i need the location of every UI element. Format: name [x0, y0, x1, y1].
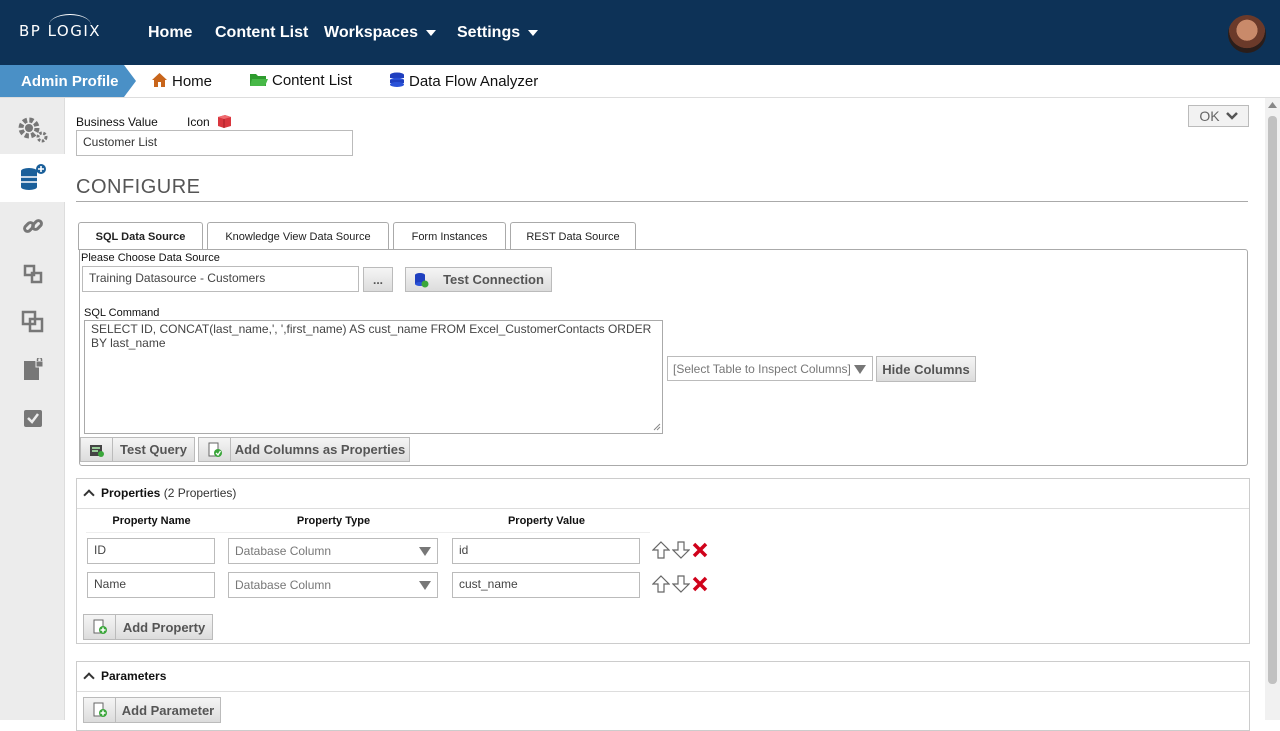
row-actions — [652, 541, 708, 559]
copy-icon — [21, 310, 43, 333]
property-value-input[interactable]: cust_name — [452, 572, 640, 598]
property-value-header: Property Value — [507, 515, 586, 527]
chevron-down-icon — [425, 29, 436, 36]
icon-label: Icon — [187, 115, 210, 129]
property-name-input[interactable]: ID — [87, 538, 215, 564]
chevron-down-icon — [419, 581, 431, 590]
folder-icon — [250, 74, 268, 86]
breadcrumb-home[interactable]: Home — [151, 72, 212, 90]
property-name-header: Property Name — [112, 515, 191, 527]
add-columns-icon — [199, 438, 231, 461]
document-lock-icon — [23, 358, 43, 380]
business-value-label: Business Value — [76, 115, 158, 129]
sidebar-item-links[interactable] — [0, 202, 65, 250]
parameters-header[interactable]: Parameters — [77, 662, 1249, 692]
page-scrollbar[interactable] — [1265, 98, 1280, 720]
sidebar-item-settings[interactable] — [0, 106, 65, 154]
cube-icon[interactable] — [216, 113, 232, 129]
tab-knowledge-view-data-source[interactable]: Knowledge View Data Source — [207, 222, 389, 249]
sql-command-textarea[interactable]: SELECT ID, CONCAT(last_name,', ',first_n… — [84, 320, 663, 434]
breadcrumb-data-flow-analyzer[interactable]: Data Flow Analyzer — [389, 72, 538, 90]
main-content: OK Business Value Icon Customer List CON… — [65, 98, 1265, 731]
property-type-select[interactable]: Database Column — [228, 572, 438, 598]
property-type-header: Property Type — [296, 515, 371, 527]
query-icon — [81, 438, 113, 461]
add-columns-as-properties-button[interactable]: Add Columns as Properties — [198, 437, 410, 462]
delete-icon[interactable] — [692, 576, 708, 592]
home-icon — [152, 73, 167, 87]
sql-data-source-panel: Please Choose Data Source Training Datas… — [79, 249, 1248, 466]
browse-datasource-button[interactable]: ... — [363, 267, 393, 292]
delete-icon[interactable] — [692, 542, 708, 558]
property-name-input[interactable]: Name — [87, 572, 215, 598]
sidebar-item-relations[interactable] — [0, 250, 65, 298]
ok-button[interactable]: OK — [1188, 105, 1249, 127]
chevron-down-icon — [854, 365, 866, 374]
checklist-icon — [23, 410, 42, 427]
sidebar — [0, 98, 65, 720]
resize-handle-icon[interactable] — [653, 423, 661, 431]
bp-logix-logo[interactable]: BP LOGIX — [19, 14, 101, 40]
top-navigation-bar: BP LOGIX Home Content List Workspaces Se… — [0, 0, 1280, 65]
relation-icon — [23, 264, 42, 284]
divider — [76, 201, 1248, 202]
row-actions — [652, 575, 708, 593]
database-add-icon — [20, 164, 46, 190]
nav-settings[interactable]: Settings — [457, 24, 539, 42]
tab-sql-data-source[interactable]: SQL Data Source — [78, 222, 203, 250]
configure-title: CONFIGURE — [76, 176, 201, 198]
sidebar-item-data-source[interactable] — [0, 154, 65, 202]
scroll-up-icon[interactable] — [1268, 102, 1277, 108]
breadcrumb-content-list[interactable]: Content List — [249, 72, 352, 89]
arrow-up-icon[interactable] — [652, 541, 670, 559]
choose-data-source-label: Please Choose Data Source — [81, 252, 220, 264]
scrollbar-thumb[interactable] — [1268, 116, 1277, 684]
user-avatar[interactable] — [1228, 15, 1266, 53]
chevron-down-icon — [1225, 112, 1238, 120]
sidebar-item-copy[interactable] — [0, 298, 65, 346]
property-value-input[interactable]: id — [452, 538, 640, 564]
tab-rest-data-source[interactable]: REST Data Source — [510, 222, 636, 249]
test-connection-button[interactable]: Test Connection — [405, 267, 552, 292]
database-icon — [390, 72, 404, 87]
test-query-button[interactable]: Test Query — [80, 437, 195, 462]
database-check-icon — [406, 268, 436, 291]
add-document-icon — [84, 698, 116, 722]
arrow-down-icon[interactable] — [672, 541, 690, 559]
gears-icon — [18, 117, 47, 143]
datasource-input[interactable]: Training Datasource - Customers — [82, 266, 359, 292]
property-type-select[interactable]: Database Column — [228, 538, 438, 564]
sidebar-item-tasks[interactable] — [0, 394, 65, 442]
nav-content-list[interactable]: Content List — [215, 24, 308, 42]
sidebar-item-security[interactable] — [0, 346, 65, 394]
hide-columns-button[interactable]: Hide Columns — [876, 356, 976, 382]
nav-workspaces[interactable]: Workspaces — [324, 24, 436, 42]
arrow-up-icon[interactable] — [652, 575, 670, 593]
chevron-up-icon — [83, 672, 95, 684]
inspect-table-select[interactable]: [Select Table to Inspect Columns] — [667, 356, 873, 381]
nav-home[interactable]: Home — [148, 24, 192, 42]
tab-form-instances[interactable]: Form Instances — [393, 222, 506, 249]
parameters-section: Parameters — [76, 661, 1250, 731]
add-document-icon — [84, 615, 116, 639]
arrow-down-icon[interactable] — [672, 575, 690, 593]
breadcrumb: Admin Profile Home Content List Data Flo… — [0, 65, 1280, 98]
properties-header[interactable]: Properties (2 Properties) — [77, 479, 1249, 509]
chevron-down-icon — [528, 29, 539, 36]
chevron-up-icon — [83, 489, 95, 501]
sql-command-label: SQL Command — [84, 307, 160, 319]
chevron-down-icon — [419, 547, 431, 556]
breadcrumb-admin-profile[interactable]: Admin Profile — [0, 65, 136, 97]
business-value-input[interactable]: Customer List — [76, 130, 353, 156]
link-icon — [22, 219, 43, 233]
add-parameter-button[interactable]: Add Parameter — [83, 697, 221, 723]
add-property-button[interactable]: Add Property — [83, 614, 213, 640]
